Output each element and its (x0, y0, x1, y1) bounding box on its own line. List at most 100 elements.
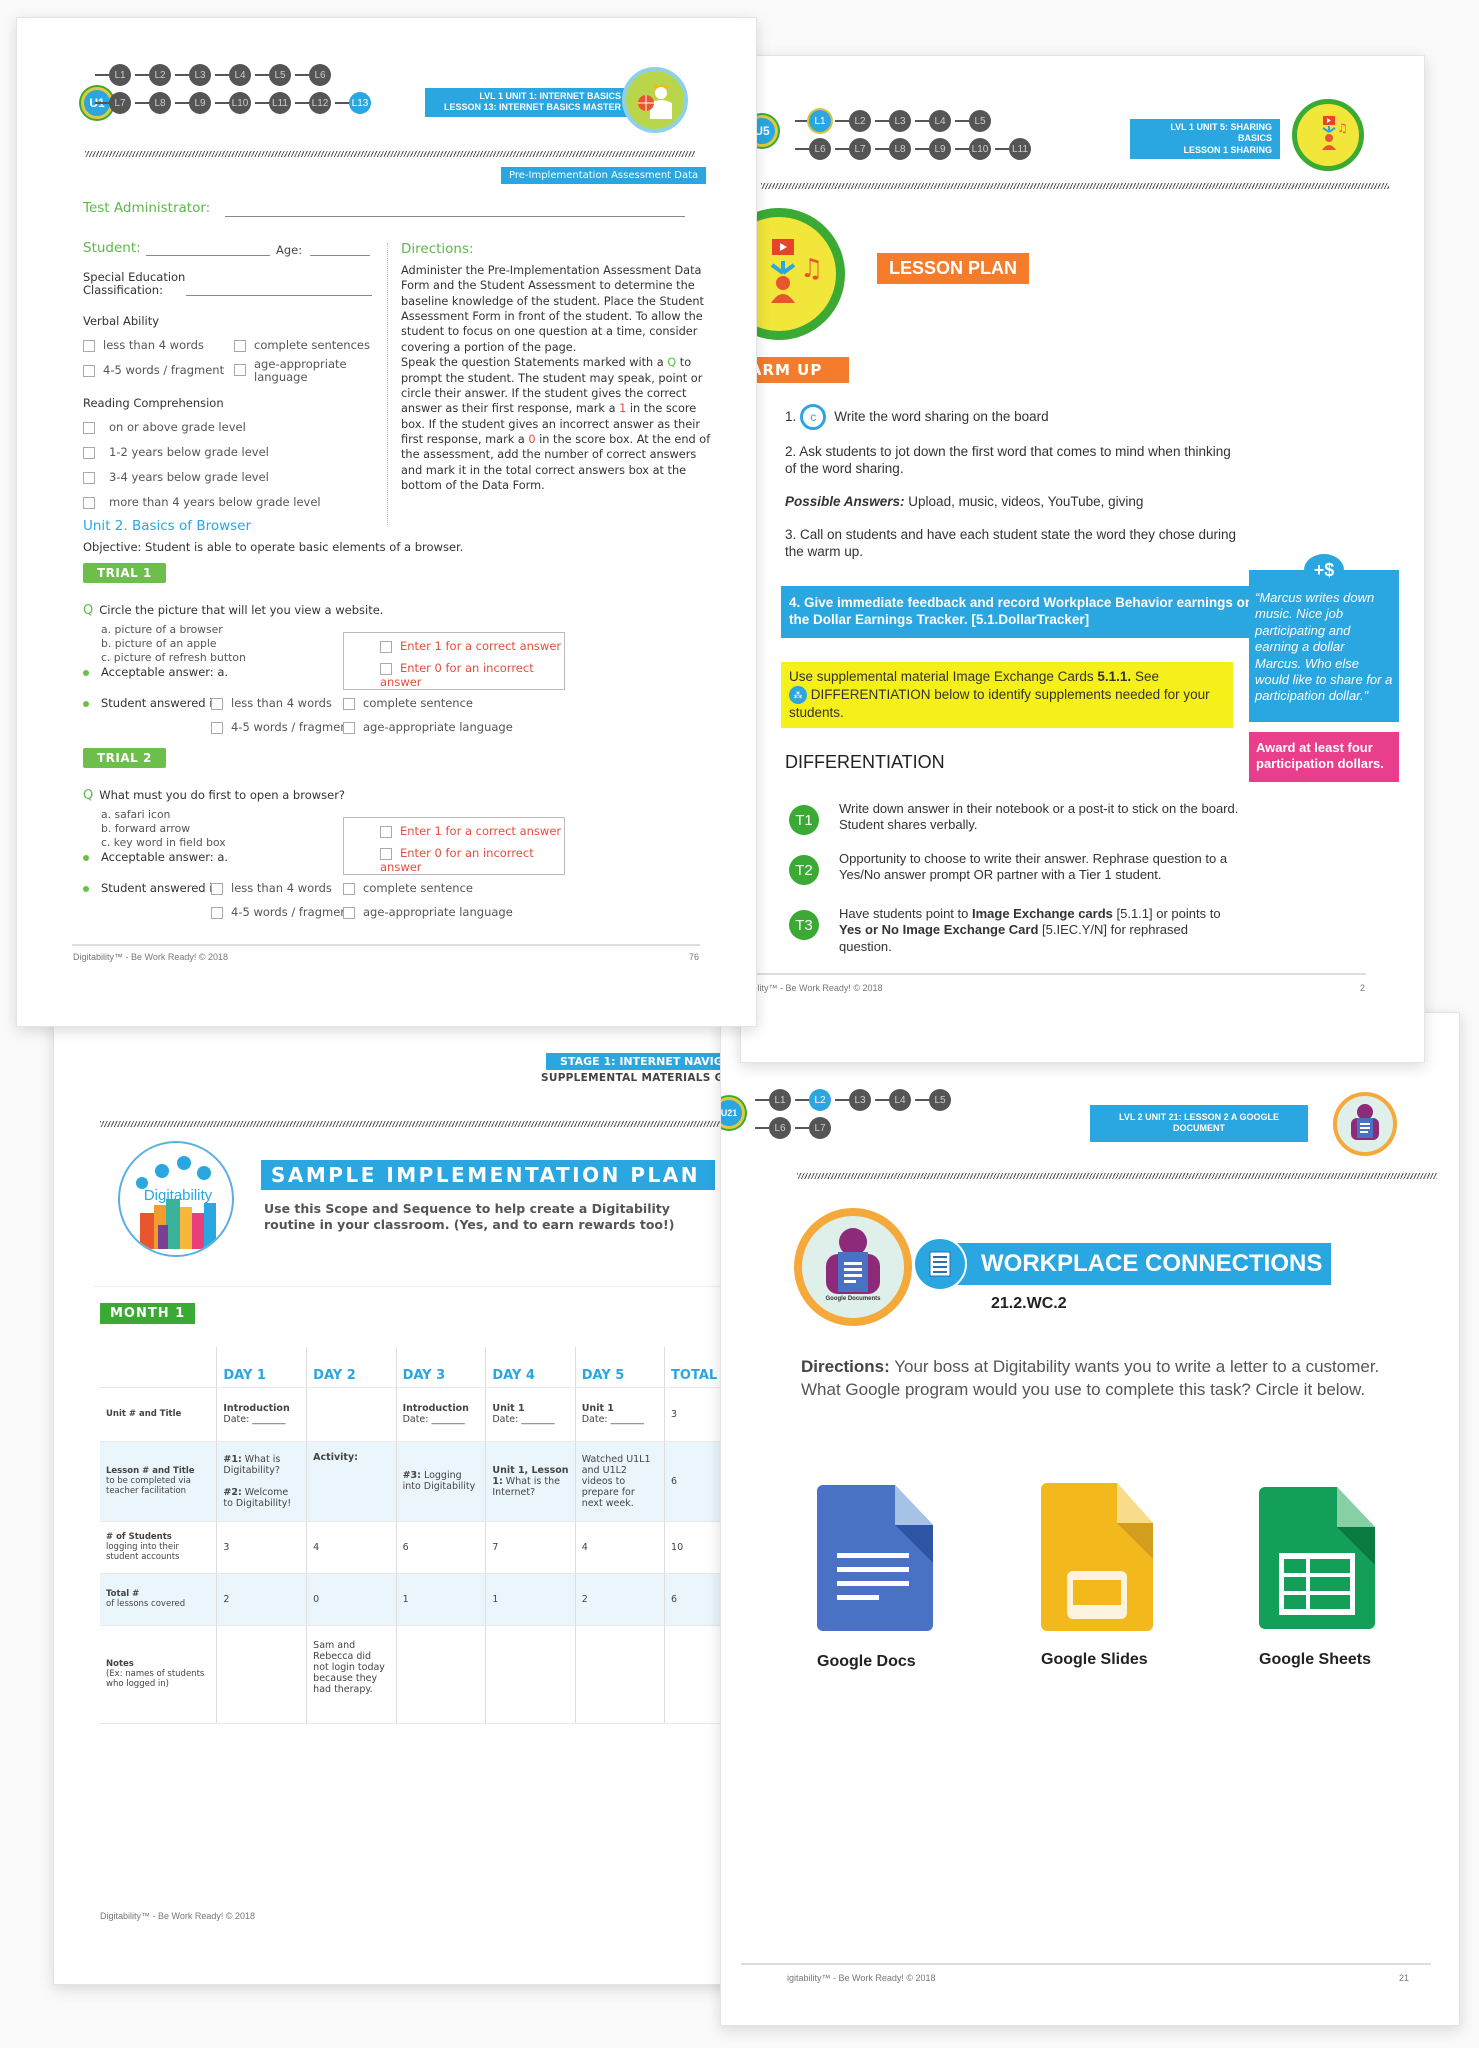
lesson-node[interactable]: L1 (809, 110, 831, 132)
lesson-node[interactable]: L13 (349, 92, 371, 114)
lesson-node[interactable]: L7 (109, 92, 131, 114)
answered-option[interactable]: less than 4 words (211, 881, 332, 895)
lesson-node[interactable]: L7 (809, 1117, 831, 1139)
test-admin-field[interactable] (225, 216, 685, 217)
connector-line (835, 120, 849, 122)
verbal-option[interactable]: less than 4 words (83, 338, 204, 352)
lesson-node[interactable]: L7 (849, 138, 871, 160)
directions-text: Administer the Pre-Implementation Assess… (401, 264, 711, 493)
verbal-option[interactable]: complete sentences (234, 338, 370, 352)
lesson-node[interactable]: L2 (149, 64, 171, 86)
answered-option[interactable]: less than 4 words (211, 696, 332, 710)
lesson-node[interactable]: L6 (769, 1117, 791, 1139)
checkbox[interactable] (83, 421, 95, 434)
lesson-node[interactable]: L4 (889, 1089, 911, 1111)
checkbox[interactable] (83, 496, 95, 509)
answer-choice: c. picture of refresh button (101, 651, 246, 665)
lesson-node[interactable]: L1 (769, 1089, 791, 1111)
checkbox[interactable] (211, 906, 223, 919)
lesson-node[interactable]: L8 (149, 92, 171, 114)
lesson-node[interactable]: L3 (849, 1089, 871, 1111)
row-label: Total # of lessons covered (100, 1573, 217, 1626)
q-marker: Q (83, 788, 94, 803)
sped-field[interactable] (186, 295, 372, 296)
google-docs-option[interactable]: Google Docs (817, 1485, 957, 1671)
checkbox[interactable] (83, 339, 95, 352)
google-sheets-option[interactable]: Google Sheets (1259, 1487, 1409, 1669)
lesson-node[interactable]: L5 (969, 110, 991, 132)
age-field[interactable] (310, 255, 370, 256)
checkbox[interactable] (343, 697, 355, 710)
lesson-node[interactable]: L10 (969, 138, 991, 160)
checkbox[interactable] (380, 662, 392, 675)
lesson-node[interactable]: L3 (189, 64, 211, 86)
checkbox[interactable] (380, 847, 392, 860)
lesson-node[interactable]: L6 (309, 64, 331, 86)
connector-line (135, 74, 149, 76)
lesson-node[interactable]: L5 (269, 64, 291, 86)
checkbox[interactable] (83, 471, 95, 484)
answered-option[interactable]: complete sentence (343, 881, 473, 895)
lesson-node[interactable]: L6 (809, 138, 831, 160)
answered-option[interactable]: complete sentence (343, 696, 473, 710)
lesson-node[interactable]: L2 (849, 110, 871, 132)
lesson-node[interactable]: L3 (889, 110, 911, 132)
lesson-node[interactable]: L12 (309, 92, 331, 114)
checkbox[interactable] (234, 339, 246, 352)
score-incorrect[interactable]: Enter 0 for an incorrect answer (380, 661, 564, 689)
lesson-node[interactable]: L10 (229, 92, 251, 114)
checkbox[interactable] (343, 906, 355, 919)
graduate-globe-icon (638, 85, 672, 119)
test-admin-label: Test Administrator: (83, 200, 211, 216)
logo-label: Digitability (143, 1187, 213, 1204)
table-cell: 1 (395, 1573, 486, 1626)
row-label: Unit # and Title (100, 1387, 217, 1442)
checkbox[interactable] (380, 825, 392, 838)
checkbox[interactable] (211, 721, 223, 734)
table-cell: Introduction Date: _______ (395, 1387, 486, 1442)
connector-line (795, 148, 809, 150)
directions-text: Directions: Your boss at Digitability wa… (801, 1357, 1380, 1400)
lesson-node[interactable]: L11 (269, 92, 291, 114)
answered-option[interactable]: age-appropriate language (343, 905, 513, 919)
answered-option[interactable]: age-appropriate language (343, 720, 513, 734)
checkbox[interactable] (83, 446, 95, 459)
section-title: WORKPLACE CONNECTIONS (981, 1250, 1323, 1277)
checkbox[interactable] (234, 364, 246, 376)
checkbox[interactable] (343, 882, 355, 895)
lesson-node[interactable]: L11 (1009, 138, 1031, 160)
checkbox[interactable] (211, 882, 223, 895)
score-correct[interactable]: Enter 1 for a correct answer (380, 824, 564, 838)
answered-option[interactable]: 4-5 words / fragment (211, 905, 352, 919)
verbal-option[interactable]: age-appropriate language (234, 358, 354, 383)
reading-option[interactable]: 3-4 years below grade level (83, 470, 269, 484)
lesson-node[interactable]: L9 (189, 92, 211, 114)
column-header (100, 1347, 217, 1388)
score-correct[interactable]: Enter 1 for a correct answer (380, 639, 564, 653)
lesson-node[interactable]: L1 (109, 64, 131, 86)
reading-option[interactable]: on or above grade level (83, 420, 246, 434)
reading-option[interactable]: 1-2 years below grade level (83, 445, 269, 459)
answered-option[interactable]: 4-5 words / fragment (211, 720, 352, 734)
unit-node[interactable]: U21 (721, 1097, 745, 1129)
lesson-node[interactable]: L8 (889, 138, 911, 160)
checkbox[interactable] (211, 697, 223, 710)
checkbox[interactable] (380, 640, 392, 653)
student-field[interactable] (146, 255, 270, 256)
verbal-option[interactable]: 4-5 words / fragment (83, 363, 224, 377)
connector-line (915, 148, 929, 150)
reading-option[interactable]: more than 4 years below grade level (83, 495, 321, 509)
checkbox[interactable] (83, 364, 95, 377)
lesson-node[interactable]: L5 (929, 1089, 951, 1111)
lesson-node[interactable]: L4 (929, 110, 951, 132)
lesson-node[interactable]: L9 (929, 138, 951, 160)
table-row: Lesson # and Title to be completed via te… (100, 1441, 754, 1522)
google-slides-option[interactable]: Google Slides (1041, 1483, 1191, 1669)
feedback-banner: 4. Give immediate feedback and record Wo… (781, 586, 1269, 638)
table-row: Unit # and Title Introduction Date: ______… (100, 1387, 754, 1442)
table-cell: Unit 1, Lesson 1: What is the Internet? (485, 1441, 576, 1522)
checkbox[interactable] (343, 721, 355, 734)
score-incorrect[interactable]: Enter 0 for an incorrect answer (380, 846, 564, 874)
lesson-node[interactable]: L4 (229, 64, 251, 86)
lesson-node[interactable]: L2 (809, 1089, 831, 1111)
